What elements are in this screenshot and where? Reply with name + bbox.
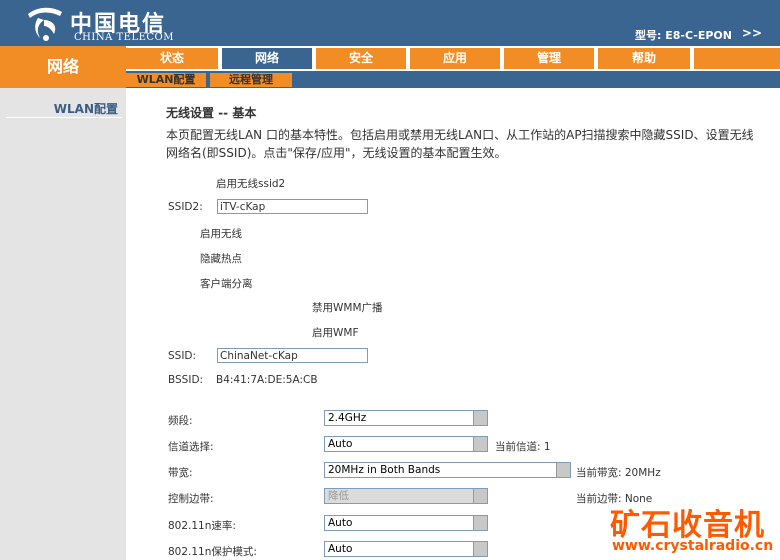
main-content: 无线设置 -- 基本 本页配置无线LAN 口的基本特性。包括启用或禁用无线LAN…	[126, 88, 780, 560]
ssid2-label: SSID2:	[168, 201, 203, 213]
rate-select[interactable]: Auto	[324, 515, 488, 531]
subtab-remote-management[interactable]: 远程管理	[210, 73, 292, 87]
page-description: 本页配置无线LAN 口的基本特性。包括启用或禁用无线LAN口、从工作站的AP扫描…	[166, 128, 754, 160]
channel-select[interactable]: Auto	[324, 436, 488, 452]
disable-wmm-label: 禁用WMM广播	[312, 302, 383, 314]
tab-spacer	[694, 48, 780, 69]
channel-select-value: Auto	[328, 438, 353, 450]
tab-management[interactable]: 管理	[504, 48, 594, 69]
channel-label: 信道选择:	[168, 441, 214, 453]
band-dropdown-button[interactable]	[473, 411, 487, 425]
protection-label: 802.11n保护模式:	[168, 546, 257, 558]
tab-network[interactable]: 网络	[222, 48, 312, 69]
protection-select[interactable]: Auto	[324, 541, 488, 557]
enable-ssid2-label: 启用无线ssid2	[216, 178, 286, 190]
telecom-logo-icon	[28, 7, 62, 41]
tab-security[interactable]: 安全	[316, 48, 406, 69]
band-select[interactable]: 2.4GHz	[324, 410, 488, 426]
sideband-select-value: 降低	[328, 490, 349, 502]
band-select-value: 2.4GHz	[328, 412, 367, 424]
current-bandwidth: 当前带宽: 20MHz	[576, 467, 661, 479]
rate-label: 802.11n速率:	[168, 520, 236, 532]
protection-select-value: Auto	[328, 543, 353, 555]
ssid-label: SSID:	[168, 350, 197, 362]
channel-dropdown-button[interactable]	[473, 437, 487, 451]
bandwidth-dropdown-button[interactable]	[556, 463, 570, 477]
main-nav: 状态 网络 安全 应用 管理 帮助	[126, 46, 780, 71]
bandwidth-select[interactable]: 20MHz in Both Bands	[324, 462, 571, 478]
page-title: 无线设置 -- 基本	[166, 106, 257, 120]
hide-ap-label: 隐藏热点	[200, 253, 242, 265]
ssid2-input[interactable]: iTV-cKap	[217, 199, 368, 214]
tab-application[interactable]: 应用	[410, 48, 500, 69]
section-title: 网络	[0, 46, 126, 88]
protection-dropdown-button[interactable]	[473, 542, 487, 556]
bssid-label: BSSID:	[168, 374, 204, 386]
subtab-wlan-config[interactable]: WLAN配置	[126, 73, 206, 87]
brand-name-en: CHINA TELECOM	[74, 32, 174, 43]
sidebar-item-wlan-config[interactable]: WLAN配置	[6, 100, 122, 118]
tab-status[interactable]: 状态	[126, 48, 218, 69]
band-label: 频段:	[168, 415, 193, 427]
china-telecom-logo: 中国电信 CHINA TELECOM	[24, 4, 194, 44]
bandwidth-label: 带宽:	[168, 467, 193, 479]
client-isolation-label: 客户端分离	[200, 278, 253, 290]
sub-nav: WLAN配置 远程管理	[126, 71, 780, 88]
rate-select-value: Auto	[328, 517, 353, 529]
tab-help[interactable]: 帮助	[598, 48, 690, 69]
ssid-input[interactable]: ChinaNet-cKap	[217, 348, 368, 363]
device-model-label: 型号: E8-C-EPON	[635, 29, 732, 42]
watermark-url: www.crystalradio.cn	[612, 538, 774, 554]
rate-dropdown-button[interactable]	[473, 516, 487, 530]
sideband-dropdown-button	[473, 489, 487, 503]
top-header-bar: 中国电信 CHINA TELECOM 型号: E8-C-EPON >>	[0, 0, 780, 46]
more-arrow-link[interactable]: >>	[742, 26, 762, 40]
sideband-select: 降低	[324, 488, 488, 504]
sideband-label: 控制边带:	[168, 493, 214, 505]
current-channel: 当前信道: 1	[495, 441, 551, 453]
enable-wireless-label: 启用无线	[200, 228, 242, 240]
bandwidth-select-value: 20MHz in Both Bands	[328, 464, 441, 476]
bssid-value: B4:41:7A:DE:5A:CB	[216, 374, 318, 386]
enable-wmf-label: 启用WMF	[312, 327, 359, 339]
sidebar: WLAN配置	[0, 88, 126, 560]
